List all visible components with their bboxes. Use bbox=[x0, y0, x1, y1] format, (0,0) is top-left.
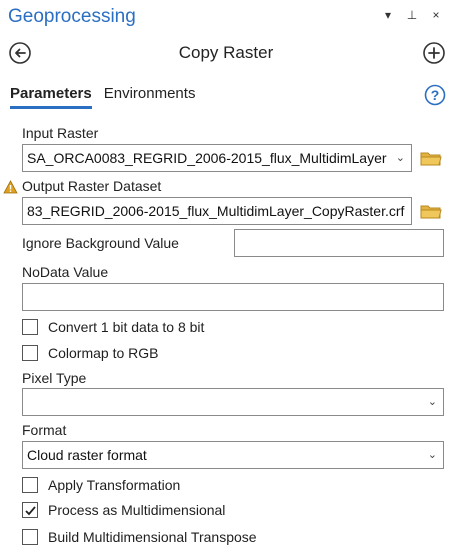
ignore-background-label: Ignore Background Value bbox=[22, 235, 179, 251]
help-icon[interactable]: ? bbox=[424, 84, 446, 106]
browse-folder-icon[interactable] bbox=[420, 150, 442, 166]
colormap-rgb-option[interactable]: Colormap to RGB bbox=[22, 343, 158, 363]
format-label: Format bbox=[22, 422, 67, 438]
chevron-down-icon[interactable]: ⌄ bbox=[428, 442, 437, 468]
pane-title: Geoprocessing bbox=[8, 6, 136, 27]
input-raster-value: SA_ORCA0083_REGRID_2006-2015_flux_Multid… bbox=[27, 150, 387, 166]
convert-1bit-checkbox[interactable] bbox=[22, 319, 38, 335]
apply-transformation-checkbox[interactable] bbox=[22, 477, 38, 493]
chevron-down-icon[interactable]: ⌄ bbox=[428, 389, 437, 415]
chevron-down-icon[interactable]: ⌄ bbox=[396, 145, 405, 171]
build-transpose-option[interactable]: Build Multidimensional Transpose bbox=[22, 527, 257, 547]
pixel-type-select[interactable]: ⌄ bbox=[22, 388, 444, 416]
nodata-field[interactable] bbox=[22, 283, 444, 311]
output-raster-value: 83_REGRID_2006-2015_flux_MultidimLayer_C… bbox=[27, 203, 405, 219]
convert-1bit-option[interactable]: Convert 1 bit data to 8 bit bbox=[22, 317, 204, 337]
ignore-background-field[interactable] bbox=[234, 229, 444, 257]
tab-bar: Parameters Environments bbox=[10, 85, 195, 109]
checkmark-icon bbox=[24, 505, 36, 515]
pin-icon[interactable]: ⊥ bbox=[406, 8, 418, 22]
convert-1bit-label: Convert 1 bit data to 8 bit bbox=[48, 319, 205, 335]
build-transpose-checkbox[interactable] bbox=[22, 529, 38, 545]
tab-environments[interactable]: Environments bbox=[104, 85, 196, 109]
input-raster-label: Input Raster bbox=[22, 125, 99, 141]
input-raster-field[interactable]: SA_ORCA0083_REGRID_2006-2015_flux_Multid… bbox=[22, 144, 412, 172]
pane-controls: ▾ ⊥ × bbox=[382, 8, 442, 22]
close-icon[interactable]: × bbox=[430, 8, 442, 22]
save-folder-icon[interactable] bbox=[420, 203, 442, 219]
format-value: Cloud raster format bbox=[27, 447, 147, 463]
process-multidim-checkbox[interactable] bbox=[22, 502, 38, 518]
warning-icon bbox=[3, 180, 18, 194]
tab-parameters[interactable]: Parameters bbox=[10, 85, 92, 109]
apply-transformation-label: Apply Transformation bbox=[48, 477, 181, 493]
format-select[interactable]: Cloud raster format ⌄ bbox=[22, 441, 444, 469]
output-raster-label: Output Raster Dataset bbox=[22, 178, 162, 194]
pixel-type-label: Pixel Type bbox=[22, 370, 87, 386]
tool-title: Copy Raster bbox=[178, 43, 274, 62]
apply-transformation-option[interactable]: Apply Transformation bbox=[22, 475, 180, 495]
colormap-rgb-label: Colormap to RGB bbox=[48, 345, 159, 361]
add-icon[interactable] bbox=[422, 41, 446, 65]
process-multidim-option[interactable]: Process as Multidimensional bbox=[22, 500, 225, 520]
process-multidim-label: Process as Multidimensional bbox=[48, 502, 226, 518]
output-raster-field[interactable]: 83_REGRID_2006-2015_flux_MultidimLayer_C… bbox=[22, 197, 412, 225]
svg-text:?: ? bbox=[431, 87, 440, 103]
colormap-rgb-checkbox[interactable] bbox=[22, 345, 38, 361]
pane-options-icon[interactable]: ▾ bbox=[382, 8, 394, 22]
build-transpose-label: Build Multidimensional Transpose bbox=[48, 529, 257, 545]
nodata-label: NoData Value bbox=[22, 264, 109, 280]
tool-header: Copy Raster bbox=[0, 38, 452, 70]
